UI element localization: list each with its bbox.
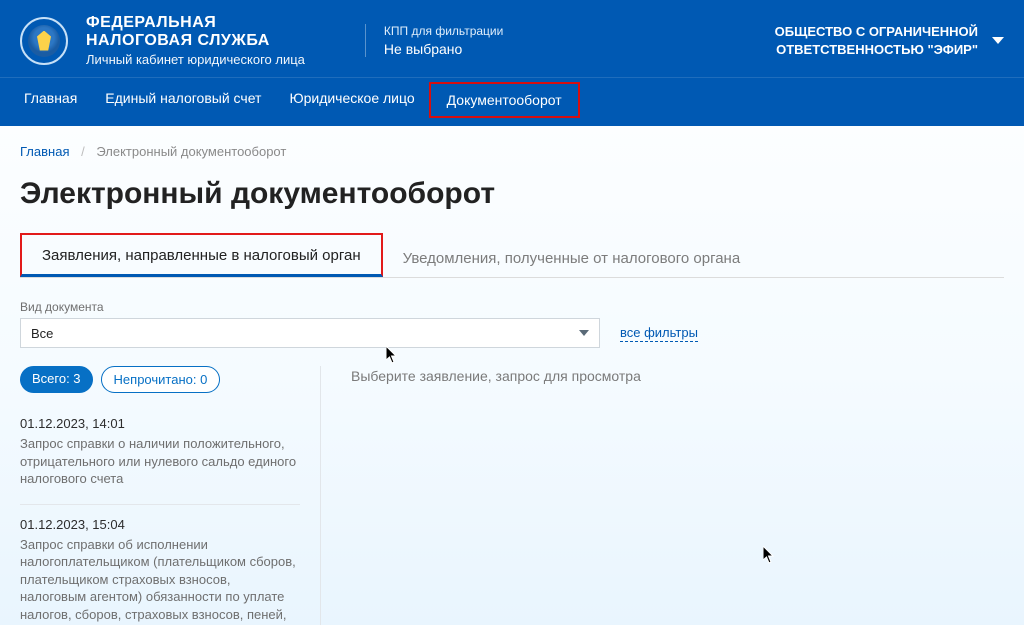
list-item[interactable]: 01.12.2023, 14:01 Запрос справки о налич… [20, 411, 300, 504]
filter-row: Вид документа Все все фильтры [20, 300, 1004, 348]
nav-docs[interactable]: Документооборот [429, 82, 580, 118]
header: ФЕДЕРАЛЬНАЯ НАЛОГОВАЯ СЛУЖБА Личный каби… [0, 0, 1024, 77]
header-subtitle: Личный кабинет юридического лица [86, 52, 305, 67]
content: Главная / Электронный документооборот Эл… [0, 126, 1024, 625]
breadcrumb-sep: / [81, 144, 85, 159]
chevron-down-icon [579, 330, 589, 336]
filter-kind-select[interactable]: Все [20, 318, 600, 348]
breadcrumb-current: Электронный документооборот [96, 144, 286, 159]
tabs: Заявления, направленные в налоговый орга… [20, 233, 1004, 278]
header-title-line1: ФЕДЕРАЛЬНАЯ [86, 14, 305, 32]
fns-emblem-icon [20, 17, 68, 65]
right-col: Выберите заявление, запрос для просмотра [320, 366, 1004, 625]
breadcrumb-home[interactable]: Главная [20, 144, 69, 159]
pill-unread[interactable]: Непрочитано: 0 [101, 366, 221, 393]
main-nav: Главная Единый налоговый счет Юридическо… [0, 77, 1024, 126]
list-item[interactable]: 01.12.2023, 15:04 Запрос справки об испо… [20, 504, 300, 625]
tab-sent[interactable]: Заявления, направленные в налоговый орга… [20, 233, 383, 277]
filter-kind-value: Все [31, 326, 53, 341]
page-title: Электронный документооборот [20, 177, 1004, 211]
header-left: ФЕДЕРАЛЬНАЯ НАЛОГОВАЯ СЛУЖБА Личный каби… [82, 14, 690, 67]
filter-kind-label: Вид документа [20, 300, 600, 314]
breadcrumb: Главная / Электронный документооборот [20, 144, 1004, 159]
nav-legal[interactable]: Юридическое лицо [275, 78, 428, 126]
org-name: ОБЩЕСТВО С ОГРАНИЧЕННОЙ ОТВЕТСТВЕННОСТЬЮ… [704, 23, 978, 58]
kpp-filter[interactable]: КПП для фильтрации Не выбрано [365, 24, 503, 57]
kpp-value: Не выбрано [384, 41, 503, 57]
header-title-line2: НАЛОГОВАЯ СЛУЖБА [86, 32, 305, 50]
nav-home[interactable]: Главная [10, 78, 91, 126]
org-select[interactable]: ОБЩЕСТВО С ОГРАНИЧЕННОЙ ОТВЕТСТВЕННОСТЬЮ… [704, 23, 1004, 58]
tab-received[interactable]: Уведомления, полученные от налогового ор… [383, 238, 761, 277]
pill-row: Всего: 3 Непрочитано: 0 [20, 366, 300, 393]
item-desc: Запрос справки о наличии положительного,… [20, 435, 300, 488]
item-desc: Запрос справки об исполнении налогоплате… [20, 536, 300, 625]
nav-account[interactable]: Единый налоговый счет [91, 78, 275, 126]
header-titles: ФЕДЕРАЛЬНАЯ НАЛОГОВАЯ СЛУЖБА Личный каби… [86, 14, 305, 67]
item-date: 01.12.2023, 14:01 [20, 416, 300, 431]
kpp-label: КПП для фильтрации [384, 24, 503, 38]
all-filters-link[interactable]: все фильтры [620, 325, 698, 342]
filter-kind: Вид документа Все [20, 300, 600, 348]
chevron-down-icon [992, 37, 1004, 44]
right-placeholder: Выберите заявление, запрос для просмотра [351, 368, 1004, 384]
body-row: Всего: 3 Непрочитано: 0 01.12.2023, 14:0… [20, 366, 1004, 625]
left-col: Всего: 3 Непрочитано: 0 01.12.2023, 14:0… [20, 366, 300, 625]
pill-total[interactable]: Всего: 3 [20, 366, 93, 393]
item-date: 01.12.2023, 15:04 [20, 517, 300, 532]
